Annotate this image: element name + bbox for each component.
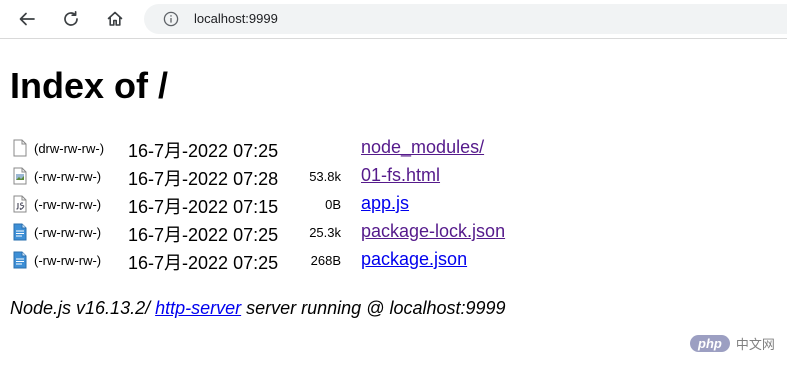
permissions: (-rw-rw-rw-) (34, 253, 102, 268)
reload-icon (64, 10, 78, 26)
table-row: (-rw-rw-rw-) 16-7月-2022 07:25 25.3k pack… (0, 218, 787, 246)
home-button[interactable] (100, 4, 130, 34)
file-link[interactable]: node_modules/ (361, 137, 484, 158)
permissions: (-rw-rw-rw-) (34, 197, 102, 212)
watermark-badge: php (690, 335, 730, 352)
doc-file-icon (13, 251, 27, 269)
reload-button[interactable] (56, 4, 86, 34)
table-row: (-rw-rw-rw-) 16-7月-2022 07:15 0B app.js (0, 190, 787, 218)
doc-file-icon (13, 223, 27, 241)
table-row: (drw-rw-rw-) 16-7月-2022 07:25 node_modul… (0, 134, 787, 162)
server-footer: Node.js v16.13.2/ http-server server run… (10, 298, 506, 319)
back-button[interactable] (12, 4, 42, 34)
table-row: (-rw-rw-rw-) 16-7月-2022 07:28 53.8k 01-f… (0, 162, 787, 190)
file-link[interactable]: package.json (361, 249, 467, 270)
file-link[interactable]: 01-fs.html (361, 165, 440, 186)
blank-file-icon (13, 139, 27, 157)
html-file-icon (13, 167, 27, 185)
watermark-text: 中文网 (735, 337, 775, 352)
file-size: 268B (310, 253, 341, 268)
file-link[interactable]: app.js (361, 193, 409, 214)
file-size: 0B (325, 197, 341, 212)
http-server-link[interactable]: http-server (155, 298, 241, 318)
modified-time: 16-7月-2022 07:15 (128, 197, 279, 217)
modified-time: 16-7月-2022 07:28 (128, 169, 279, 189)
modified-time: 16-7月-2022 07:25 (128, 225, 279, 245)
footer-suffix: server running @ localhost:9999 (241, 298, 506, 318)
modified-time: 16-7月-2022 07:25 (128, 253, 279, 273)
file-size: 53.8k (309, 169, 341, 184)
url-text[interactable]: localhost:9999 (194, 11, 278, 27)
permissions: (-rw-rw-rw-) (34, 169, 102, 184)
watermark: php 中文网 (690, 334, 775, 353)
modified-time: 16-7月-2022 07:25 (128, 141, 279, 161)
script-file-icon (13, 195, 27, 213)
home-icon (107, 11, 123, 26)
file-link[interactable]: package-lock.json (361, 221, 505, 242)
page-title: Index of / (10, 65, 169, 106)
back-arrow-icon (19, 12, 35, 26)
footer-prefix: Node.js v16.13.2/ (10, 298, 156, 318)
table-row: (-rw-rw-rw-) 16-7月-2022 07:25 268B packa… (0, 246, 787, 274)
file-size: 25.3k (309, 225, 341, 240)
info-icon[interactable] (163, 11, 179, 27)
browser-toolbar: localhost:9999 (0, 0, 787, 39)
address-bar[interactable]: localhost:9999 (144, 4, 787, 34)
permissions: (drw-rw-rw-) (34, 141, 105, 156)
permissions: (-rw-rw-rw-) (34, 225, 102, 240)
